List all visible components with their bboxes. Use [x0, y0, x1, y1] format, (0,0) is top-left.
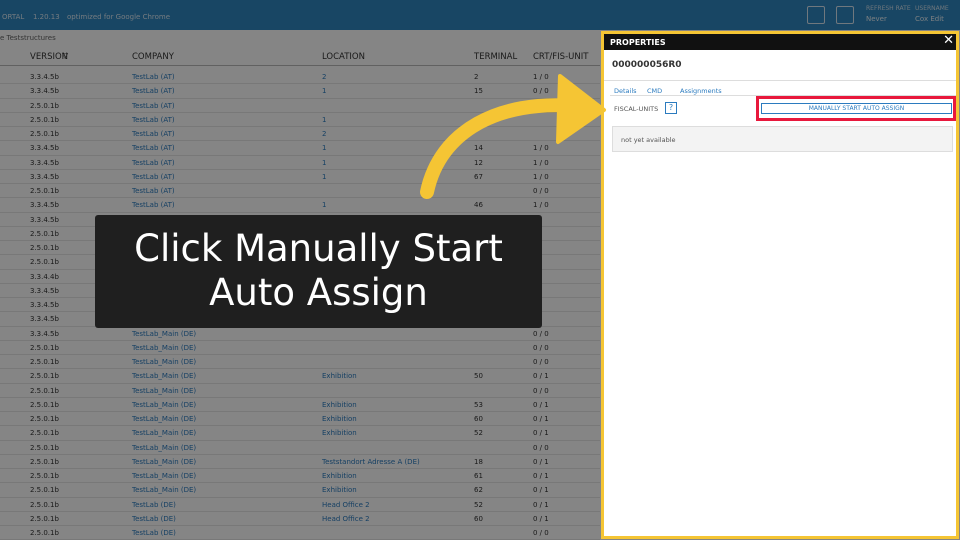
caption-line-1: Click Manually Start: [134, 227, 503, 270]
caption-line-2: Auto Assign: [209, 271, 428, 314]
arrow-shaft: [420, 98, 581, 199]
arrow-head: [556, 74, 606, 144]
instruction-caption: Click Manually Start Auto Assign: [95, 215, 542, 328]
